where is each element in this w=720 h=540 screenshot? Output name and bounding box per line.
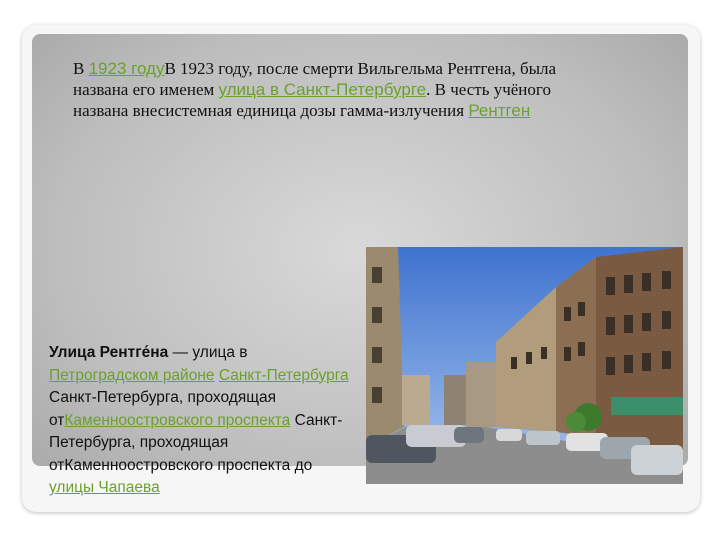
link-saint-petersburg[interactable]: Санкт-Петербурга: [219, 367, 349, 384]
street-photo-image: [366, 247, 683, 484]
top-prefix: В: [73, 59, 89, 78]
link-1923-year[interactable]: 1923 году: [89, 59, 165, 78]
top-paragraph: В 1923 годуВ 1923 году, после смерти Вил…: [73, 58, 593, 121]
link-kamennoostrovsky-prospekt[interactable]: Каменноостровского проспекта: [64, 412, 290, 429]
street-photo: [366, 247, 683, 484]
bottom-paragraph: Улица Рентге́на — улица в Петроградском …: [49, 342, 359, 500]
link-petrogradsky-district[interactable]: Петроградском районе: [49, 367, 215, 384]
bottom-text-1: — улица в: [168, 344, 248, 361]
link-roentgen-unit[interactable]: Рентген: [468, 101, 530, 120]
street-title: Улица Рентге́на: [49, 344, 169, 361]
link-chapaeva-street[interactable]: улицы Чапаева: [49, 479, 160, 496]
link-street-spb[interactable]: улица в Санкт-Петербурге: [219, 80, 427, 99]
